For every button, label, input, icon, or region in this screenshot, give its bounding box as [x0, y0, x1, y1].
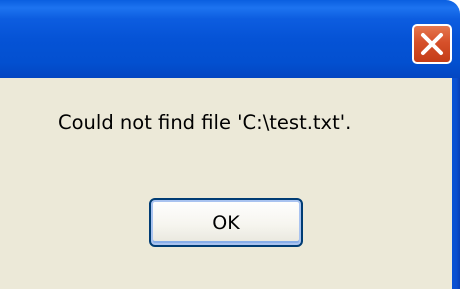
error-dialog: Could not find file 'C:\test.txt'. OK — [0, 0, 471, 289]
title-bar[interactable] — [0, 0, 460, 78]
error-message: Could not find file 'C:\test.txt'. — [58, 111, 352, 134]
ok-button[interactable]: OK — [149, 198, 303, 247]
close-icon — [421, 33, 443, 55]
close-button[interactable] — [412, 24, 452, 64]
dialog-body — [0, 78, 460, 289]
window-frame-right — [452, 78, 460, 289]
ok-button-label: OK — [212, 211, 240, 234]
